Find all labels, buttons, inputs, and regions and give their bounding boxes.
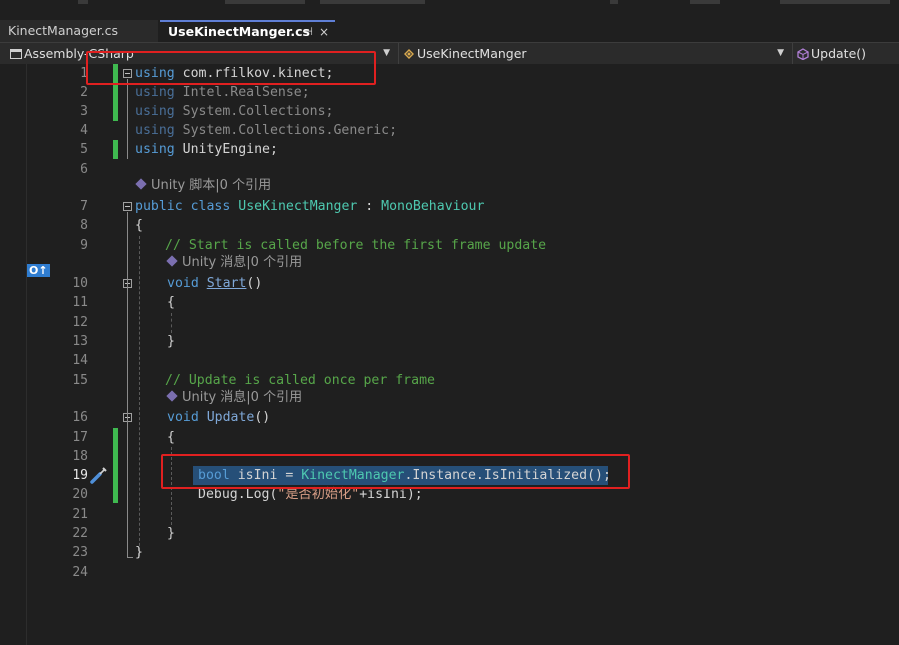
- outline-end: [127, 544, 133, 558]
- code-line-15[interactable]: // Update is called once per frame: [165, 371, 435, 390]
- codelens-class[interactable]: Unity 脚本|0 个引用: [135, 177, 271, 195]
- fold-toggle[interactable]: [123, 202, 132, 211]
- line-number: 12: [72, 315, 88, 330]
- line-number: 20: [72, 487, 88, 502]
- toolbar-fragment: [78, 0, 88, 4]
- line-number: 8: [80, 218, 88, 233]
- tab-label: UseKinectManger.cs: [168, 24, 310, 39]
- annotation-box-using: [86, 51, 376, 85]
- line-number: 5: [80, 142, 88, 157]
- toolbar-fragment: [690, 0, 720, 4]
- tab-kinectmanager[interactable]: KinectManager.cs: [0, 20, 158, 42]
- line-number: 3: [80, 104, 88, 119]
- toolbar-strip: [0, 0, 899, 18]
- code-editor[interactable]: 1 2 3 4 5 6 7 8 9 10 11 12 13 14 15 16 1…: [0, 51, 899, 645]
- indent-guide: [139, 236, 140, 556]
- unity-icon: [166, 255, 178, 267]
- toolbar-fragment: [225, 0, 305, 4]
- line-number: 9: [80, 238, 88, 253]
- code-line-7[interactable]: public class UseKinectManger : MonoBehav…: [135, 197, 484, 216]
- annotation-box-isinitialized: [161, 454, 630, 489]
- code-line-10[interactable]: void Start(): [167, 274, 262, 293]
- tab-usekinectmanger[interactable]: UseKinectManger.cs ⊣ ×: [160, 20, 335, 42]
- code-line-22[interactable]: }: [167, 524, 175, 543]
- toolbar-fragment: [320, 0, 425, 4]
- outline-line: [127, 423, 128, 523]
- line-number: 22: [72, 526, 88, 541]
- class-icon: [404, 49, 414, 59]
- line-number: 18: [72, 449, 88, 464]
- codelens-start[interactable]: Unity 消息|0 个引用: [166, 254, 302, 272]
- indent-guide: [171, 313, 172, 333]
- line-number: 7: [80, 199, 88, 214]
- close-icon[interactable]: ×: [319, 22, 329, 42]
- code-line-11[interactable]: {: [167, 293, 175, 312]
- line-number: 16: [72, 410, 88, 425]
- line-number: 14: [72, 353, 88, 368]
- outline-line: [127, 79, 128, 159]
- line-number: 1: [80, 66, 88, 81]
- line-number: 15: [72, 373, 88, 388]
- outline-line: [127, 289, 128, 351]
- unity-icon: [166, 390, 178, 402]
- type-label: UseKinectManger: [417, 46, 527, 61]
- toolbar-fragment: [610, 0, 618, 4]
- member-label: Update(): [811, 46, 867, 61]
- project-icon: [10, 49, 22, 59]
- code-line-9[interactable]: // Start is called before the first fram…: [165, 236, 546, 255]
- toolbar-fragment: [780, 0, 890, 4]
- code-line-16[interactable]: void Update(): [167, 408, 270, 427]
- document-tab-bar: KinectManager.cs UseKinectManger.cs ⊣ ×: [0, 18, 899, 42]
- code-line-8[interactable]: {: [135, 216, 143, 235]
- code-line-13[interactable]: }: [167, 332, 175, 351]
- tab-label: KinectManager.cs: [8, 23, 119, 38]
- line-number: 6: [80, 162, 88, 177]
- quick-actions-icon[interactable]: [89, 465, 109, 485]
- gutter-divider: [26, 64, 27, 645]
- pin-icon[interactable]: ⊣: [303, 22, 313, 42]
- line-number: 23: [72, 545, 88, 560]
- line-number: 21: [72, 507, 88, 522]
- chevron-down-icon: ▼: [383, 48, 390, 58]
- member-dropdown[interactable]: Update(): [792, 43, 899, 64]
- line-number: 11: [72, 295, 88, 310]
- code-line-4[interactable]: using System.Collections.Generic;: [135, 121, 397, 140]
- line-number: 24: [72, 565, 88, 580]
- line-number-current: 19: [72, 468, 88, 483]
- code-line-3[interactable]: using System.Collections;: [135, 102, 334, 121]
- type-dropdown[interactable]: UseKinectManger ▼: [398, 43, 790, 64]
- change-bar: [113, 140, 118, 159]
- codelens-update[interactable]: Unity 消息|0 个引用: [166, 389, 302, 407]
- line-number: 17: [72, 430, 88, 445]
- line-number: 13: [72, 334, 88, 349]
- line-number: 4: [80, 123, 88, 138]
- chevron-down-icon: ▼: [777, 48, 784, 58]
- code-line-2[interactable]: using Intel.RealSense;: [135, 83, 310, 102]
- code-line-17[interactable]: {: [167, 428, 175, 447]
- code-line-5[interactable]: using UnityEngine;: [135, 140, 278, 159]
- unity-icon: [135, 178, 147, 190]
- method-icon: [797, 48, 809, 60]
- override-icon[interactable]: O↑: [27, 264, 50, 277]
- change-bar: [113, 428, 118, 503]
- code-line-23[interactable]: }: [135, 543, 143, 562]
- line-number: 2: [80, 85, 88, 100]
